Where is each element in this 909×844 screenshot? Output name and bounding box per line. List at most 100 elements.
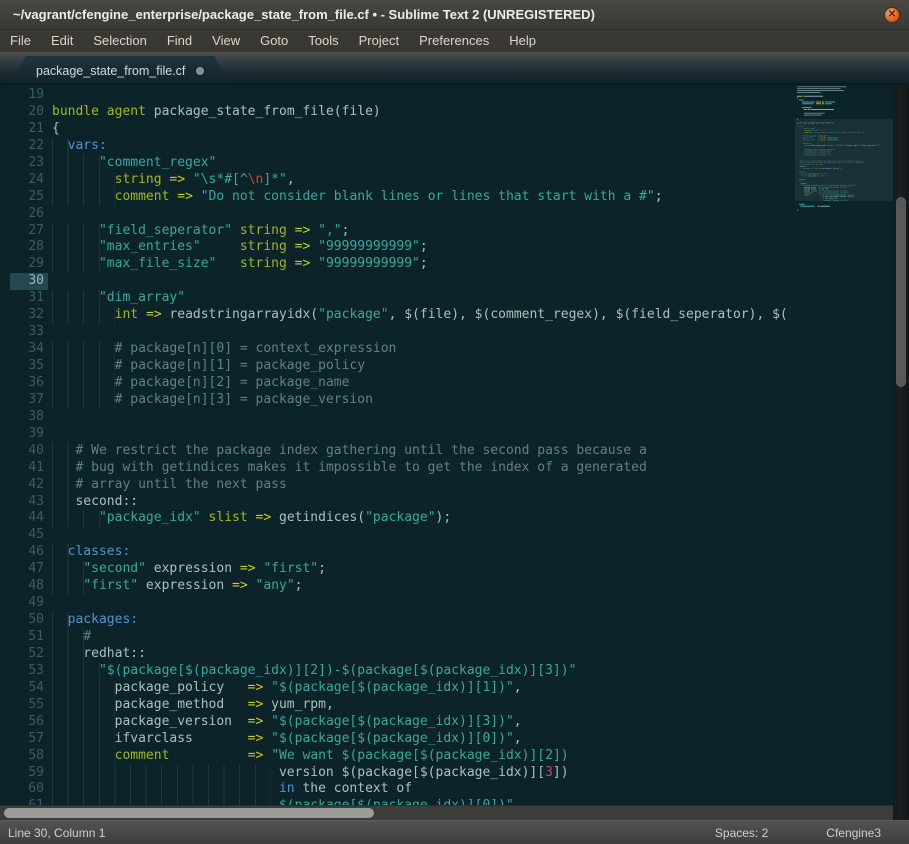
- code-line-58: 58 comment => "We want $(package[$(packa…: [0, 748, 795, 765]
- menu-item-project[interactable]: Project: [349, 30, 409, 52]
- line-number: 27: [10, 223, 48, 240]
- line-number: 51: [10, 629, 48, 646]
- menu-item-edit[interactable]: Edit: [41, 30, 83, 52]
- line-number: 42: [10, 477, 48, 494]
- minimap[interactable]: bundle agent package_state_from_file(fil…: [795, 85, 893, 805]
- line-number: 55: [10, 697, 48, 714]
- cursor-position-status: Line 30, Column 1: [0, 826, 105, 840]
- code-line-43: 43 second::: [0, 494, 795, 511]
- minimap-viewport-indicator[interactable]: [795, 119, 893, 201]
- modified-dot-icon: [196, 67, 204, 75]
- code-line-38: 38: [0, 409, 795, 426]
- code-line-28: 28 "max_entries" string => "99999999999"…: [0, 239, 795, 256]
- syntax-status[interactable]: Cfengine3: [826, 826, 881, 840]
- code-line-29: 29 "max_file_size" string => "9999999999…: [0, 256, 795, 273]
- line-number: 57: [10, 731, 48, 748]
- menu-item-tools[interactable]: Tools: [298, 30, 348, 52]
- code-line-23: 23 "comment_regex": [0, 155, 795, 172]
- code-line-57: 57 ifvarclass => "$(package[$(package_id…: [0, 731, 795, 748]
- code-line-48: 48 "first" expression => "any";: [0, 578, 795, 595]
- tab-package-state-from-file[interactable]: package_state_from_file.cf: [10, 56, 230, 85]
- menu-bar: FileEditSelectionFindViewGotoToolsProjec…: [0, 30, 909, 52]
- line-number: 35: [10, 358, 48, 375]
- vertical-scrollbar-thumb[interactable]: [896, 197, 906, 387]
- line-number: 28: [10, 239, 48, 256]
- code-line-56: 56 package_version => "$(package[$(packa…: [0, 714, 795, 731]
- window-title: ~/vagrant/cfengine_enterprise/package_st…: [13, 0, 595, 30]
- line-number: 33: [10, 324, 48, 341]
- code-line-46: 46 classes:: [0, 544, 795, 561]
- line-number: 59: [10, 765, 48, 782]
- code-line-51: 51 #: [0, 629, 795, 646]
- code-line-27: 27 "field_seperator" string => ",";: [0, 223, 795, 240]
- code-view[interactable]: 1920bundle agent package_state_from_file…: [0, 85, 795, 805]
- code-line-41: 41 # bug with getindices makes it imposs…: [0, 460, 795, 477]
- code-line-60: 60 in the context of: [0, 781, 795, 798]
- code-line-30: 30: [0, 273, 795, 290]
- code-line-32: 32 int => readstringarrayidx("package", …: [0, 307, 795, 324]
- line-number: 46: [10, 544, 48, 561]
- menu-item-preferences[interactable]: Preferences: [409, 30, 499, 52]
- line-number: 58: [10, 748, 48, 765]
- status-bar: Line 30, Column 1 Spaces: 2 Cfengine3: [0, 820, 909, 844]
- code-line-34: 34 # package[n][0] = context_expression: [0, 341, 795, 358]
- code-line-61: 61 $(package[$(package_idx)][0])": [0, 798, 795, 805]
- line-number: 26: [10, 206, 48, 223]
- code-line-19: 19: [0, 87, 795, 104]
- code-line-24: 24 string => "\s*#[^\n]*",: [0, 172, 795, 189]
- tab-bar: package_state_from_file.cf: [0, 52, 909, 85]
- code-line-47: 47 "second" expression => "first";: [0, 561, 795, 578]
- code-line-37: 37 # package[n][3] = package_version: [0, 392, 795, 409]
- title-bar[interactable]: ~/vagrant/cfengine_enterprise/package_st…: [0, 0, 909, 30]
- line-number: 20: [10, 104, 48, 121]
- menu-item-file[interactable]: File: [0, 30, 41, 52]
- menu-item-help[interactable]: Help: [499, 30, 546, 52]
- code-line-36: 36 # package[n][2] = package_name: [0, 375, 795, 392]
- line-number: 23: [10, 155, 48, 172]
- code-line-45: 45: [0, 527, 795, 544]
- code-line-54: 54 package_policy => "$(package[$(packag…: [0, 680, 795, 697]
- code-line-21: 21{: [0, 121, 795, 138]
- menu-item-view[interactable]: View: [202, 30, 250, 52]
- code-line-42: 42 # array until the next pass: [0, 477, 795, 494]
- line-number: 30: [10, 273, 48, 290]
- line-number: 50: [10, 612, 48, 629]
- line-number: 21: [10, 121, 48, 138]
- tab-label: package_state_from_file.cf: [36, 64, 185, 78]
- line-number: 61: [10, 798, 48, 805]
- line-number: 52: [10, 646, 48, 663]
- code-line-22: 22 vars:: [0, 138, 795, 155]
- vertical-scrollbar[interactable]: [893, 85, 909, 820]
- line-number: 47: [10, 561, 48, 578]
- line-number: 48: [10, 578, 48, 595]
- line-number: 49: [10, 595, 48, 612]
- line-number: 41: [10, 460, 48, 477]
- menu-item-selection[interactable]: Selection: [83, 30, 156, 52]
- code-line-26: 26: [0, 206, 795, 223]
- menu-item-goto[interactable]: Goto: [250, 30, 298, 52]
- code-line-31: 31 "dim_array": [0, 290, 795, 307]
- close-icon[interactable]: ✕: [884, 7, 900, 23]
- line-number: 19: [10, 87, 48, 104]
- code-line-20: 20bundle agent package_state_from_file(f…: [0, 104, 795, 121]
- code-line-52: 52 redhat::: [0, 646, 795, 663]
- code-line-49: 49: [0, 595, 795, 612]
- line-number: 45: [10, 527, 48, 544]
- code-line-55: 55 package_method => yum_rpm,: [0, 697, 795, 714]
- code-line-25: 25 comment => "Do not consider blank lin…: [0, 189, 795, 206]
- line-number: 22: [10, 138, 48, 155]
- line-number: 38: [10, 409, 48, 426]
- horizontal-scrollbar[interactable]: [0, 805, 893, 820]
- menu-item-find[interactable]: Find: [157, 30, 202, 52]
- line-number: 31: [10, 290, 48, 307]
- indentation-status[interactable]: Spaces: 2: [715, 826, 768, 840]
- code-line-39: 39: [0, 426, 795, 443]
- editor-area[interactable]: 1920bundle agent package_state_from_file…: [0, 85, 909, 820]
- horizontal-scrollbar-thumb[interactable]: [4, 808, 374, 818]
- line-number: 44: [10, 510, 48, 527]
- code-line-44: 44 "package_idx" slist => getindices("pa…: [0, 510, 795, 527]
- code-line-53: 53 "$(package[$(package_idx)][2])-$(pack…: [0, 663, 795, 680]
- line-number: 60: [10, 781, 48, 798]
- line-number: 29: [10, 256, 48, 273]
- line-number: 25: [10, 189, 48, 206]
